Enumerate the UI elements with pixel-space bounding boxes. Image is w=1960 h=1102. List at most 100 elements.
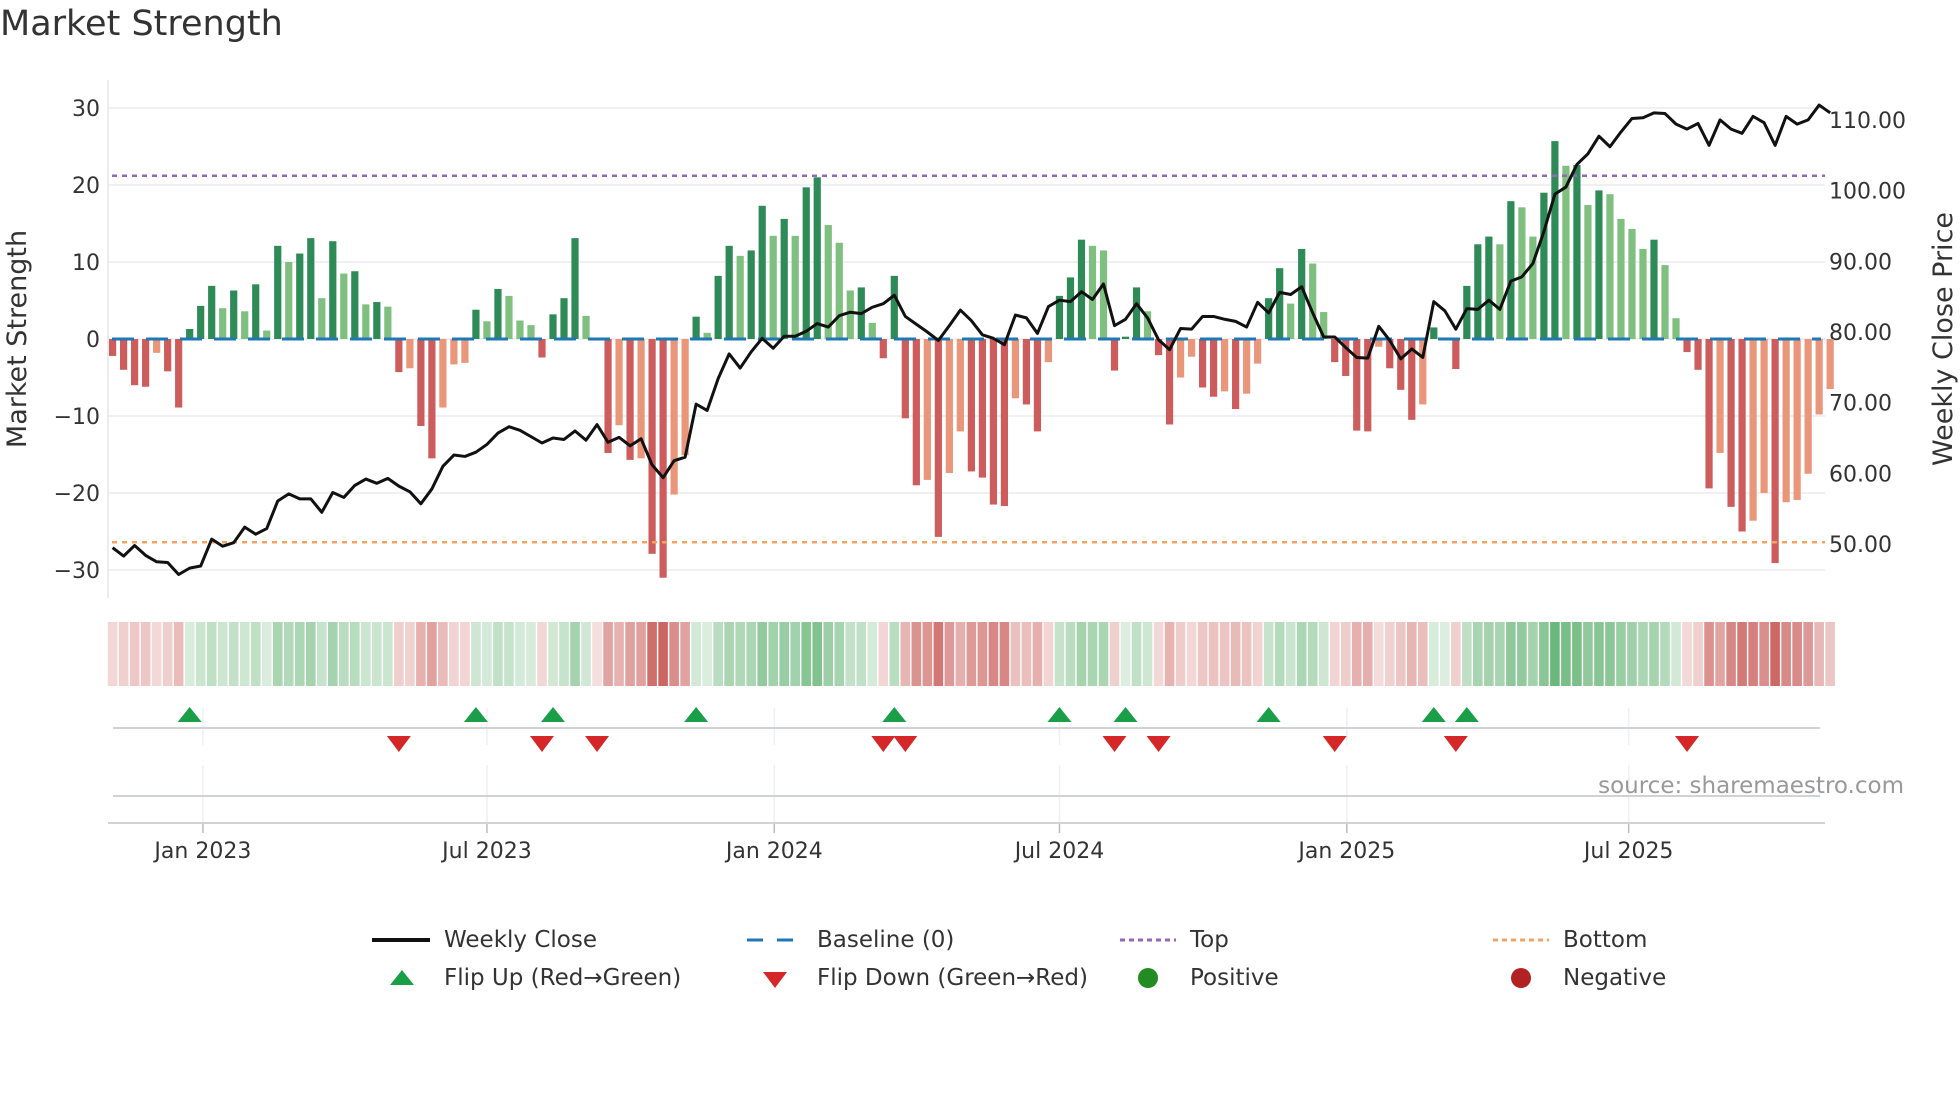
strength-bar [527,325,535,339]
strength-heat-cell [1065,622,1076,686]
strength-bar [230,290,238,339]
strength-heat-cell [1792,622,1802,686]
strength-bar [582,315,590,339]
strength-heat-cell [438,622,448,686]
strength-heat-cell [339,622,349,686]
strength-bar [846,290,854,339]
strength-heat-cell [372,622,382,686]
strength-heat-cell [1671,622,1681,686]
strength-bar [329,241,337,339]
strength-bar [1617,218,1625,339]
legend-item: Positive [1118,963,1279,993]
strength-bar [890,275,898,339]
strength-heat-cell [570,622,580,686]
strength-heat-cell [1770,622,1780,686]
strength-heat-cell [1274,622,1285,686]
strength-heat-cell [206,622,217,686]
strength-heat-cell [801,622,812,686]
strength-bar [1187,339,1196,357]
strength-heat-cell [1164,622,1175,686]
strength-heat-cell [1384,622,1395,686]
strength-heat-cell [1781,622,1791,686]
legend-label: Bottom [1563,927,1648,953]
flip-up-marker [463,707,488,722]
strength-heat-cell [1726,622,1736,686]
strength-heat-cell [1417,622,1428,686]
strength-heat-cell [625,622,635,686]
strength-bar [1540,192,1548,339]
strength-bar [417,339,425,427]
strength-heat-cell [1010,622,1021,686]
strength-heat-cell [559,622,569,686]
strength-heat-cell [988,622,999,686]
y-tick-label: −10 [54,405,100,430]
strength-heat-cell [394,622,404,686]
strength-heat-cell [966,622,977,686]
strength-bar [1474,244,1482,339]
strength-heat-cell [1814,622,1824,686]
strength-bar [1265,298,1273,339]
strength-heat-cell [779,622,790,686]
y2-tick-label: 80.00 [1829,321,1892,346]
flip-down-marker [529,736,554,752]
strength-heat-cell [845,622,856,686]
strength-heat-cell [1219,622,1230,686]
strength-heat-cell [471,622,481,686]
strength-heat-cell [1054,622,1065,686]
strength-bar [934,339,942,537]
strength-heat-cell [1550,622,1560,686]
strength-heat-cell [955,622,966,686]
strength-heat-cell [1451,622,1461,686]
strength-bar [219,308,227,339]
strength-heat-cell [1263,622,1274,686]
strength-bar [505,295,513,339]
x-tick-label: Jul 2023 [440,839,532,864]
strength-heat-cell [361,622,371,686]
strength-heat-cell [1351,622,1362,686]
strength-heat-cell [1627,622,1637,686]
strength-heat-cell [1285,622,1296,686]
strength-heat-cell [1373,622,1384,686]
strength-bar [835,242,843,339]
strength-bar [1452,339,1460,370]
strength-heat-cell [272,622,283,686]
y2-tick-label: 60.00 [1829,462,1892,487]
strength-bar [494,288,502,339]
strength-heat-cell [1660,622,1670,686]
x-tick-label: Jan 2025 [1296,839,1395,864]
strength-bar [1309,263,1317,339]
strength-heat-cell [1296,622,1307,686]
flip-up-marker [177,707,202,722]
strength-heat-cell [1120,622,1131,686]
flip-down-marker [585,736,610,752]
strength-bar [1584,205,1592,339]
y-tick-label: −30 [54,559,100,584]
strength-bar [1815,339,1823,415]
legend-item: Negative [1491,963,1666,993]
strength-heat-cell [889,622,900,686]
strength-heat-cell [1186,622,1197,686]
strength-heat-cell [900,622,911,686]
strength-bar [626,339,634,460]
strength-heat-cell [1594,622,1604,686]
flip-down-marker [1675,736,1700,752]
strength-bar [1551,141,1559,339]
strength-heat-cell [1649,622,1659,686]
strength-heat-cell [1395,622,1406,686]
strength-bar [307,238,315,339]
strength-heat-cell [1682,622,1692,686]
strength-heat-cell [1572,622,1582,686]
flip-up-marker [1047,707,1072,722]
strength-heat-cell [911,622,922,686]
strength-bar [406,339,414,369]
strength-bar [670,339,678,495]
strength-bar [758,205,766,339]
legend-label: Baseline (0) [817,927,955,953]
strength-bar [373,302,381,339]
strength-bar [109,339,117,356]
strength-bar [1243,339,1251,394]
y2-tick-label: 110.00 [1829,109,1906,134]
strength-heat-cell [1825,622,1835,686]
legend-label: Negative [1563,965,1667,991]
strength-bar [1000,339,1009,507]
